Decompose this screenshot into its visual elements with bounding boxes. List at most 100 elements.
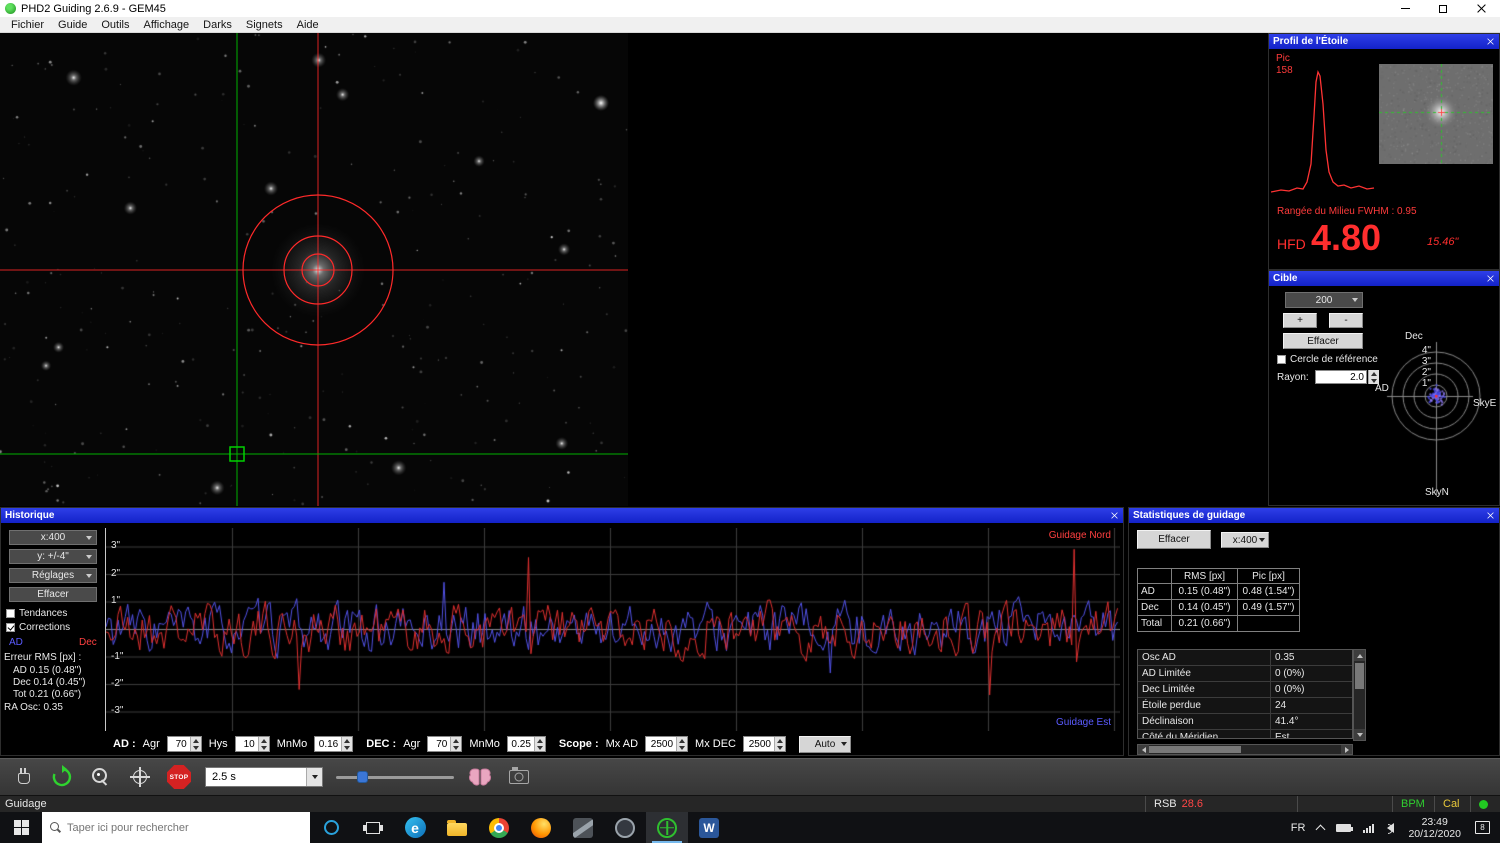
corrections-checkbox[interactable] <box>6 623 15 632</box>
menu-darks[interactable]: Darks <box>196 19 239 31</box>
target-close-icon[interactable] <box>1484 273 1496 284</box>
target-ring-label-2: 2" <box>1421 367 1431 378</box>
hfd-value: 4.80 <box>1311 217 1382 258</box>
history-clear-button[interactable]: Effacer <box>9 587 97 602</box>
task-view-button[interactable] <box>352 812 394 843</box>
max-dec-duration-field[interactable]: 2500 <box>742 736 786 752</box>
dec-aggression-field[interactable]: 70 <box>427 736 463 752</box>
loop-exposures-button[interactable] <box>49 764 75 790</box>
target-zoom-out-button[interactable]: - <box>1329 313 1363 328</box>
guiding-assistant-button[interactable] <box>467 764 493 790</box>
cortana-button[interactable] <box>310 812 352 843</box>
connect-equipment-button[interactable] <box>10 764 36 790</box>
starfield-canvas[interactable] <box>0 33 628 506</box>
trend-checkbox[interactable] <box>6 609 15 618</box>
menu-aide[interactable]: Aide <box>290 19 326 31</box>
stats-vertical-scrollbar[interactable] <box>1353 649 1366 741</box>
dec-minmove-field[interactable]: 0.25 <box>506 736 546 752</box>
ref-circle-checkbox[interactable] <box>1277 355 1286 364</box>
ad-hysteresis-field[interactable]: 10 <box>234 736 270 752</box>
language-indicator[interactable]: FR <box>1285 812 1312 843</box>
history-dec-color-label: Dec <box>79 637 97 648</box>
action-center-button[interactable]: 8 <box>1469 812 1496 843</box>
maximize-button[interactable] <box>1424 0 1462 17</box>
target-zoom-in-button[interactable]: + <box>1283 313 1317 328</box>
target-clear-button[interactable]: Effacer <box>1283 333 1363 349</box>
target-zoom-select[interactable]: 200 <box>1285 292 1363 308</box>
stats-xscale-select[interactable]: x:400 <box>1221 532 1269 548</box>
stretch-slider[interactable] <box>336 767 454 787</box>
menu-signets[interactable]: Signets <box>239 19 290 31</box>
target-axis-ad-label: AD <box>1375 383 1389 394</box>
exposure-select[interactable]: 2.5 s <box>205 767 323 787</box>
target-panel: Cible 200 + - Effacer Cercle de référenc… <box>1268 270 1500 507</box>
start-guiding-button[interactable] <box>127 764 153 790</box>
network-indicator[interactable] <box>1357 812 1381 843</box>
spinner-arrows[interactable] <box>189 737 201 751</box>
stats-horizontal-scrollbar[interactable] <box>1137 744 1353 755</box>
taskbar-clock[interactable]: 23:49 20/12/2020 <box>1400 816 1469 840</box>
radius-input[interactable] <box>1315 370 1367 384</box>
taskbar-app-word[interactable]: W <box>688 812 730 843</box>
history-xscale-select[interactable]: x:400 <box>9 530 97 545</box>
scroll-left-icon[interactable] <box>1138 745 1149 754</box>
stats-close-icon[interactable] <box>1484 510 1496 521</box>
status-bar: Guidage RSB 28.6 BPM Cal <box>0 795 1500 812</box>
start-button[interactable] <box>0 812 42 843</box>
menu-outils[interactable]: Outils <box>94 19 136 31</box>
menu-affichage[interactable]: Affichage <box>137 19 197 31</box>
scroll-up-icon[interactable] <box>1354 650 1365 661</box>
taskbar-app-edge[interactable]: e <box>394 812 436 843</box>
taskbar-search[interactable] <box>42 812 310 843</box>
ad-aggression-field[interactable]: 70 <box>166 736 202 752</box>
trend-checkbox-row[interactable]: Tendances <box>6 608 67 619</box>
taskbar-app-utility[interactable] <box>604 812 646 843</box>
dec-mode-select[interactable]: Auto <box>798 735 851 753</box>
scrollbar-thumb[interactable] <box>1149 746 1241 753</box>
spinner-arrows[interactable] <box>341 737 353 751</box>
windows-logo-icon <box>13 820 29 835</box>
history-close-icon[interactable] <box>1108 510 1120 521</box>
history-settings-select[interactable]: Réglages <box>9 568 97 583</box>
stop-button[interactable]: STOP <box>166 764 192 790</box>
history-titlebar[interactable]: Historique <box>1 508 1123 523</box>
star-profile-titlebar[interactable]: Profil de l'Étoile <box>1269 34 1499 49</box>
auto-select-star-button[interactable] <box>88 764 114 790</box>
scroll-down-icon[interactable] <box>1354 729 1365 740</box>
menu-guide[interactable]: Guide <box>51 19 94 31</box>
star-profile-close-icon[interactable] <box>1484 36 1496 47</box>
tray-chevron-button[interactable] <box>1311 812 1330 843</box>
stats-clear-button[interactable]: Effacer <box>1137 530 1211 549</box>
target-sky-north-label: SkyN <box>1425 487 1449 498</box>
spinner-arrows[interactable] <box>257 737 269 751</box>
stats-titlebar[interactable]: Statistiques de guidage <box>1129 508 1499 523</box>
spinner-arrows[interactable] <box>773 737 785 751</box>
camera-settings-button[interactable] <box>506 764 532 790</box>
taskbar-app-phd2[interactable] <box>646 812 688 843</box>
taskbar-app-chrome[interactable] <box>478 812 520 843</box>
ref-circle-checkbox-row[interactable]: Cercle de référence <box>1277 354 1378 365</box>
battery-indicator[interactable] <box>1330 812 1357 843</box>
target-titlebar[interactable]: Cible <box>1269 271 1499 286</box>
menu-fichier[interactable]: Fichier <box>4 19 51 31</box>
taskbar-app-photo[interactable] <box>562 812 604 843</box>
scrollbar-thumb[interactable] <box>1355 663 1364 689</box>
spinner-arrows[interactable] <box>450 737 462 751</box>
spinner-arrows[interactable] <box>676 737 688 751</box>
max-ad-duration-field[interactable]: 2500 <box>645 736 689 752</box>
close-button[interactable] <box>1462 0 1500 17</box>
spinner-arrows[interactable] <box>533 737 545 751</box>
scroll-right-icon[interactable] <box>1341 745 1352 754</box>
taskbar-app-explorer[interactable] <box>436 812 478 843</box>
volume-indicator[interactable] <box>1381 812 1400 843</box>
minimize-button[interactable] <box>1386 0 1424 17</box>
taskbar-search-input[interactable] <box>67 821 287 834</box>
history-yscale-select[interactable]: y: +/-4" <box>9 549 97 564</box>
radius-spinner[interactable] <box>1368 370 1379 384</box>
slider-thumb[interactable] <box>357 771 369 783</box>
taskbar-app-firefox[interactable] <box>520 812 562 843</box>
corrections-checkbox-row[interactable]: Corrections <box>6 622 70 633</box>
volume-icon <box>1387 822 1395 834</box>
ad-minmove-field[interactable]: 0.16 <box>314 736 354 752</box>
param-group-ad: AD : <box>113 738 136 750</box>
